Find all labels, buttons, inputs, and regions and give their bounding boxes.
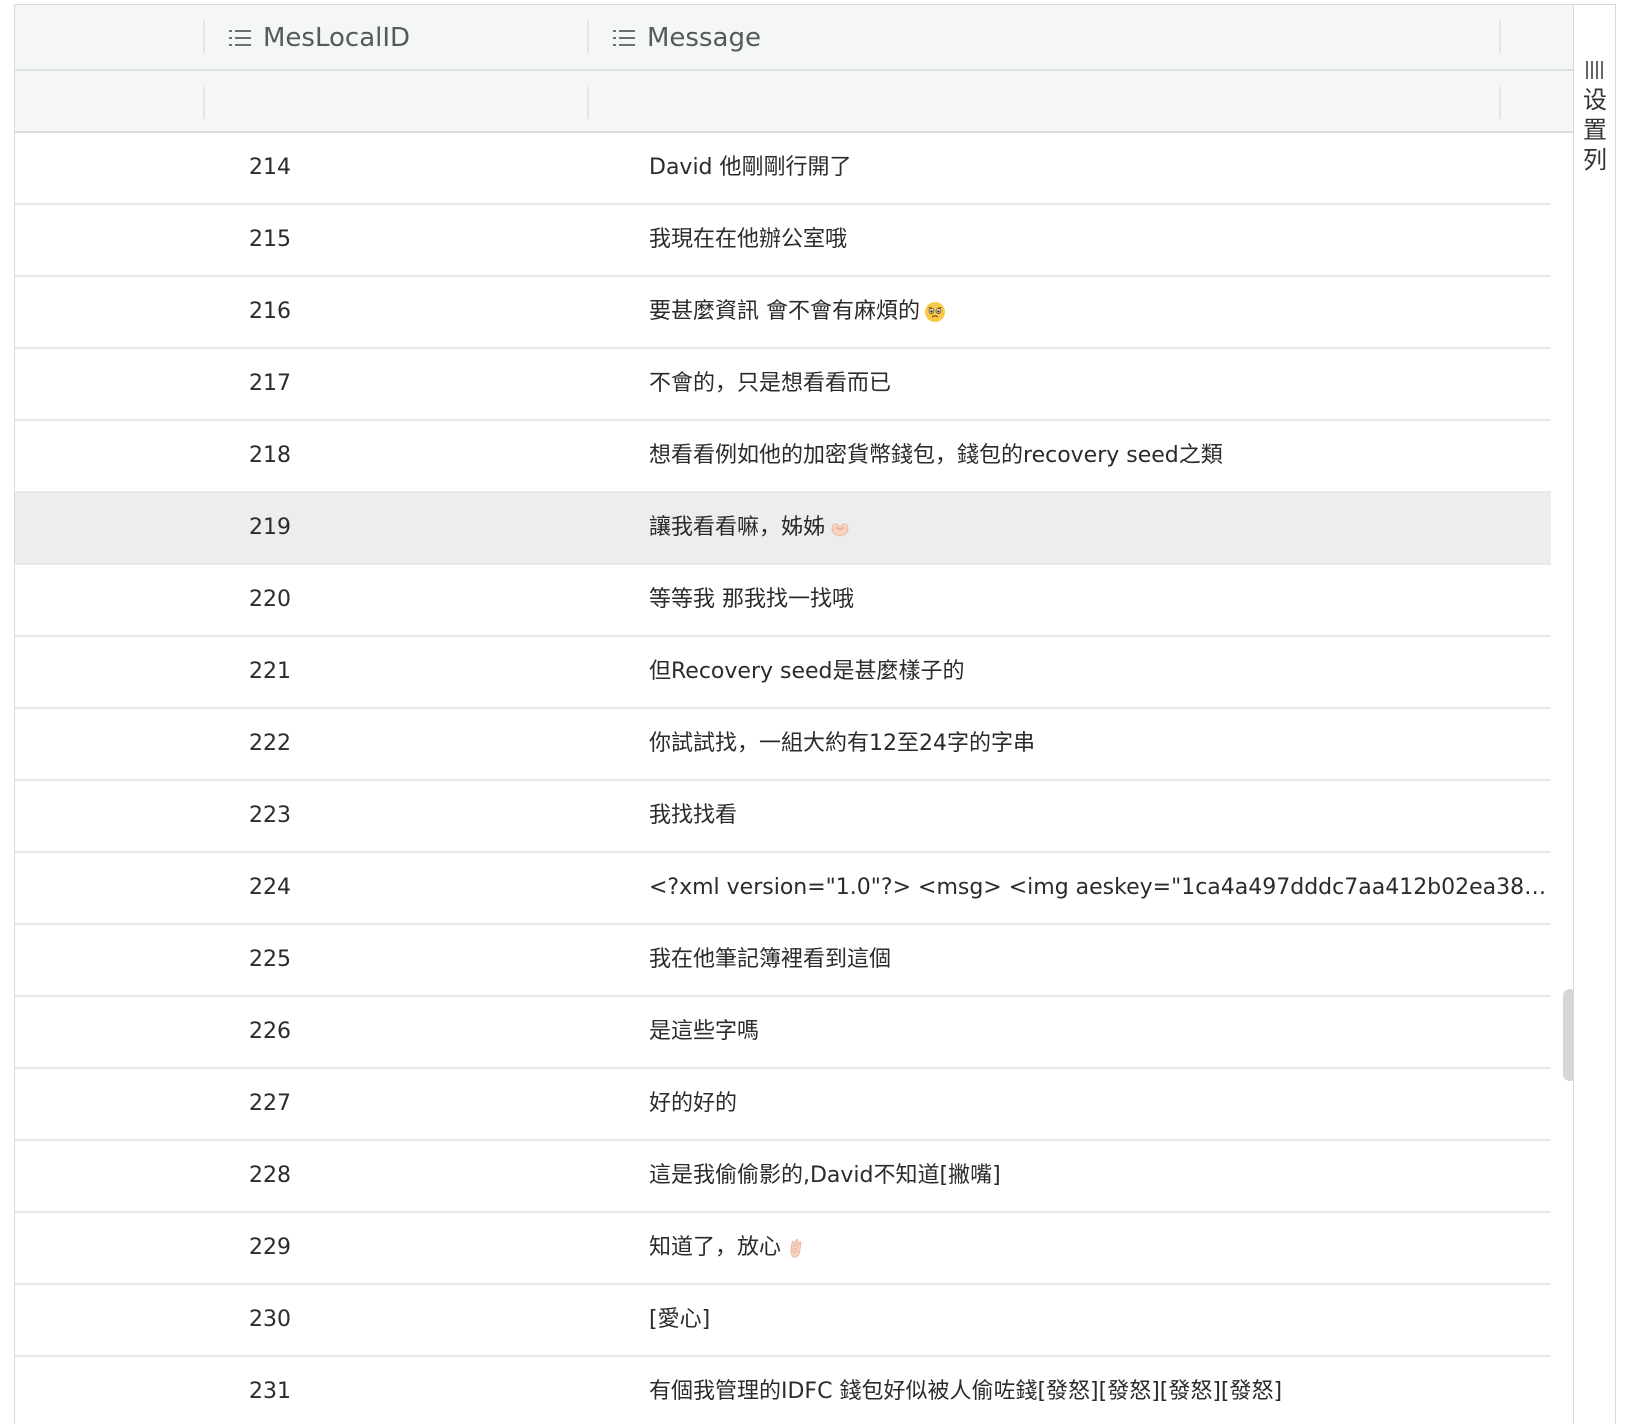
table-row[interactable]: 221 但Recovery seed是甚麼樣子的 [15,637,1551,709]
cell-message: [愛心] [649,1285,1549,1355]
list-icon [613,29,635,47]
table-row[interactable]: 216 要甚麼資訊 會不會有麻煩的 [15,277,1551,349]
column-settings-label: 设置列 [1583,86,1607,174]
cell-meslocalid: 214 [249,155,291,180]
table-row[interactable]: 220 等等我 那我找一找哦 [15,565,1551,637]
worried-face-icon [925,302,945,322]
message-text: 要甚麼資訊 會不會有麻煩的 [649,299,920,324]
message-text: 有個我管理的IDFC 錢包好似被人偷咗錢[發怒][發怒][發怒][發怒] [649,1379,1283,1404]
column-resize-handle[interactable] [587,21,589,53]
column-header-label: MesLocalID [263,23,411,53]
cell-meslocalid: 227 [249,1091,291,1116]
message-text: 但Recovery seed是甚麼樣子的 [649,659,965,684]
column-resize-handle[interactable] [203,21,205,53]
cell-meslocalid: 220 [249,587,291,612]
cell-meslocalid: 228 [249,1163,291,1188]
cell-message: 你試試找，一組大約有12至24字的字串 [649,709,1549,779]
cell-message: 要甚麼資訊 會不會有麻煩的 [649,277,1549,347]
cell-meslocalid: 223 [249,803,291,828]
cell-message: <?xml version="1.0"?> <msg> <img aeskey=… [649,853,1549,923]
data-table-frame: MesLocalID Message 214 David 他剛剛行開了 215 我現在… [14,4,1616,1424]
cell-meslocalid: 231 [249,1379,291,1404]
table-row[interactable]: 219 讓我看看嘛，姊姊 [15,493,1551,565]
message-text: [愛心] [649,1307,711,1332]
cell-meslocalid: 229 [249,1235,291,1260]
cell-message: 不會的，只是想看看而已 [649,349,1549,419]
cell-message: 是這些字嗎 [649,997,1549,1067]
filter-divider [587,87,589,119]
table-row[interactable]: 222 你試試找，一組大約有12至24字的字串 [15,709,1551,781]
column-filter-row [15,71,1575,133]
cell-meslocalid: 221 [249,659,291,684]
cell-message: 知道了，放心 [649,1213,1549,1283]
table-row[interactable]: 214 David 他剛剛行開了 [15,133,1551,205]
table-row[interactable]: 229 知道了，放心 [15,1213,1551,1285]
heart-hands-icon [831,523,849,537]
message-text: 想看看例如他的加密貨幣錢包，錢包的recovery seed之類 [649,443,1223,468]
cell-message: 我現在在他辦公室哦 [649,205,1549,275]
table-row[interactable]: 224 <?xml version="1.0"?> <msg> <img aesk… [15,853,1551,925]
filter-divider [1499,87,1501,119]
list-icon [229,29,251,47]
table-row[interactable]: 218 想看看例如他的加密貨幣錢包，錢包的recovery seed之類 [15,421,1551,493]
data-grid: MesLocalID Message 214 David 他剛剛行開了 215 我現在… [15,5,1575,1424]
cell-meslocalid: 230 [249,1307,291,1332]
cell-meslocalid: 225 [249,947,291,972]
filter-divider [203,87,205,119]
cell-meslocalid: 217 [249,371,291,396]
table-row[interactable]: 223 我找找看 [15,781,1551,853]
message-text: <?xml version="1.0"?> <msg> <img aeskey=… [649,875,1549,900]
cell-message: 但Recovery seed是甚麼樣子的 [649,637,1549,707]
cell-meslocalid: 216 [249,299,291,324]
cell-message: 好的好的 [649,1069,1549,1139]
column-settings-panel: 设置列 [1573,5,1615,1424]
ok-hand-icon [790,1238,802,1258]
cell-message: 我找找看 [649,781,1549,851]
cell-message: 我在他筆記簿裡看到這個 [649,925,1549,995]
column-header-meslocalid[interactable]: MesLocalID [229,5,410,71]
message-text: 我找找看 [649,803,738,828]
column-resize-handle[interactable] [1499,21,1501,53]
cell-message: 有個我管理的IDFC 錢包好似被人偷咗錢[發怒][發怒][發怒][發怒] [649,1357,1549,1424]
table-row[interactable]: 230 [愛心] [15,1285,1551,1357]
message-text: 我在他筆記簿裡看到這個 [649,947,892,972]
cell-message: 讓我看看嘛，姊姊 [649,493,1549,563]
message-text: 知道了，放心 [649,1235,782,1260]
message-text: 我現在在他辦公室哦 [649,227,848,252]
message-text: 好的好的 [649,1091,738,1116]
cell-meslocalid: 222 [249,731,291,756]
column-header-label: Message [647,23,761,53]
table-row[interactable]: 226 是這些字嗎 [15,997,1551,1069]
cell-message: 等等我 那我找一找哦 [649,565,1549,635]
cell-meslocalid: 226 [249,1019,291,1044]
message-text: 是這些字嗎 [649,1019,760,1044]
message-text: 讓我看看嘛，姊姊 [649,515,826,540]
message-text: 這是我偷偷影的,David不知道[撇嘴] [649,1163,1001,1188]
table-row[interactable]: 228 這是我偷偷影的,David不知道[撇嘴] [15,1141,1551,1213]
message-text: 不會的，只是想看看而已 [649,371,892,396]
table-row[interactable]: 225 我在他筆記簿裡看到這個 [15,925,1551,997]
cell-message: 想看看例如他的加密貨幣錢包，錢包的recovery seed之類 [649,421,1549,491]
column-header-message[interactable]: Message [613,5,761,71]
table-row[interactable]: 217 不會的，只是想看看而已 [15,349,1551,421]
cell-message: 這是我偷偷影的,David不知道[撇嘴] [649,1141,1549,1211]
cell-meslocalid: 218 [249,443,291,468]
cell-meslocalid: 219 [249,515,291,540]
message-text: 你試試找，一組大約有12至24字的字串 [649,731,1035,756]
table-row[interactable]: 227 好的好的 [15,1069,1551,1141]
message-text: 等等我 那我找一找哦 [649,587,854,612]
cell-message: David 他剛剛行開了 [649,133,1549,203]
cell-meslocalid: 215 [249,227,291,252]
message-text: David 他剛剛行開了 [649,155,852,180]
cell-meslocalid: 224 [249,875,291,900]
table-row[interactable]: 231 有個我管理的IDFC 錢包好似被人偷咗錢[發怒][發怒][發怒][發怒] [15,1357,1551,1424]
columns-icon [1585,61,1605,79]
table-body: 214 David 他剛剛行開了 215 我現在在他辦公室哦 216 要甚麼資訊 會不會有… [15,133,1575,1424]
column-settings-button[interactable]: 设置列 [1580,61,1610,175]
column-header-row: MesLocalID Message [15,5,1575,71]
table-row[interactable]: 215 我現在在他辦公室哦 [15,205,1551,277]
